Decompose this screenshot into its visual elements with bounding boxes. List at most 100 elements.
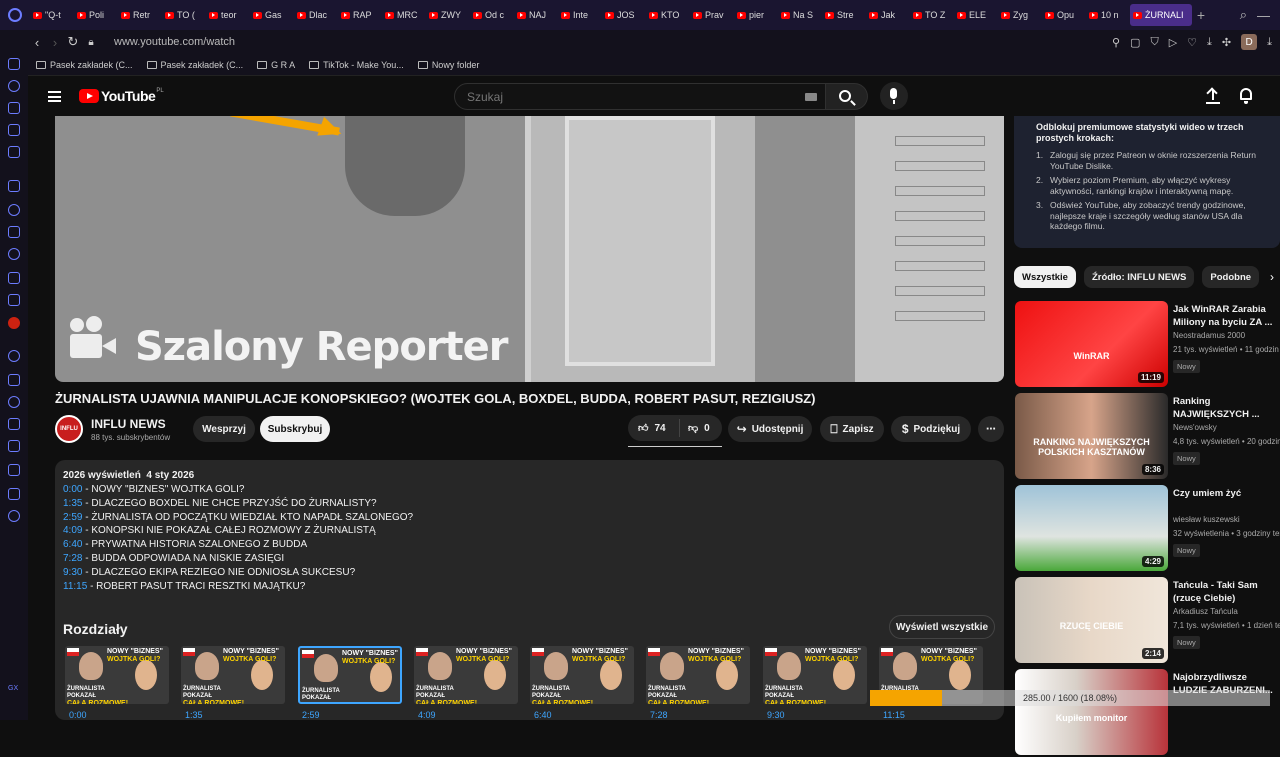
timestamp-link[interactable]: 2:59	[63, 512, 82, 523]
sidebar-telegram-icon[interactable]	[8, 226, 20, 238]
video-thumbnail[interactable]: Kupiłem monitor	[1015, 669, 1168, 755]
video-thumbnail[interactable]: RZUCĘ CIEBIE 2:14	[1015, 577, 1168, 663]
timestamp-link[interactable]: 0:00	[63, 484, 82, 495]
chapter-thumbnail[interactable]: NOWY "BIZNES"WOJTKA GOLI? ŻURNALISTA POKA…	[414, 646, 518, 704]
video-channel[interactable]: News'owsky	[1173, 423, 1217, 432]
upload-icon[interactable]	[1206, 88, 1220, 104]
video-channel[interactable]: Neostradamus 2000	[1173, 331, 1245, 340]
browser-tab[interactable]: Poli	[74, 4, 118, 26]
download-icon[interactable]: ⤓	[1207, 36, 1212, 49]
url-field[interactable]: www.youtube.com/watch	[114, 36, 235, 48]
sidebar-settings-icon[interactable]	[8, 510, 20, 522]
chapter-thumbnail[interactable]: NOWY "BIZNES"WOJTKA GOLI? ŻURNALISTA POKA…	[646, 646, 750, 704]
filter-chip[interactable]: Źródło: INFLU NEWS	[1083, 266, 1195, 288]
sidebar-wallet-icon[interactable]	[8, 124, 20, 136]
bookmark-item[interactable]: G R A	[257, 60, 295, 70]
sidebar-youtube-icon[interactable]	[8, 317, 20, 329]
back-icon[interactable]: ‹	[28, 35, 46, 50]
shield-icon[interactable]: ⛉	[1150, 36, 1158, 49]
bookmark-item[interactable]: Nowy folder	[417, 60, 479, 70]
chapter-time[interactable]: 6:40	[534, 710, 552, 720]
chapter-thumbnail[interactable]: NOWY "BIZNES"WOJTKA GOLI? ŻURNALISTA POKA…	[763, 646, 867, 704]
search-input[interactable]	[455, 84, 775, 109]
browser-tab[interactable]: NAJ	[514, 4, 558, 26]
sidebar-m-icon[interactable]	[8, 146, 20, 158]
video-title[interactable]: Jak WinRAR Zarabia Miliony na byciu ZA .…	[1173, 303, 1280, 329]
dislike-button[interactable]: 👎︎ 0	[680, 422, 710, 435]
video-title[interactable]: Tańcula - Taki Sam (rzucę Ciebie)	[1173, 579, 1280, 605]
sidebar-cube-icon[interactable]	[8, 440, 20, 452]
browser-tab[interactable]: Inte	[558, 4, 602, 26]
video-title[interactable]: Ranking NAJWIĘKSZYCH ...	[1173, 395, 1280, 421]
browser-tab[interactable]: Dlac	[294, 4, 338, 26]
browser-tab[interactable]: JOS	[602, 4, 646, 26]
browser-tab[interactable]: teor	[206, 4, 250, 26]
show-all-chapters-button[interactable]: Wyświetl wszystkie	[889, 615, 995, 639]
bookmark-item[interactable]: TikTok - Make You...	[309, 60, 404, 70]
sidebar-history-icon[interactable]	[8, 418, 20, 430]
more-actions-button[interactable]: ⋯	[978, 416, 1004, 442]
sidebar-messenger-icon[interactable]	[8, 204, 20, 216]
tab-search-icon[interactable]: ⌕	[1240, 7, 1247, 23]
minimize-icon[interactable]: —	[1257, 8, 1270, 23]
subscribe-button[interactable]: Subskrybuj	[260, 416, 330, 442]
browser-tab[interactable]: KTO	[646, 4, 690, 26]
sidebar-mail-icon[interactable]	[8, 58, 20, 70]
support-button[interactable]: Wesprzyj	[193, 416, 255, 442]
browser-tab[interactable]: "Q-t	[30, 4, 74, 26]
share-button[interactable]: ↪ Udostępnij	[728, 416, 812, 442]
sidebar-refresh-icon[interactable]	[8, 80, 20, 92]
video-player[interactable]: Szalony Reporter	[55, 116, 1004, 382]
browser-tab[interactable]: Stre	[822, 4, 866, 26]
timestamp-link[interactable]: 9:30	[63, 567, 82, 578]
heart-icon[interactable]: ♡	[1187, 36, 1197, 49]
recommended-video[interactable]: WinRAR 11:19 Jak WinRAR Zarabia Miliony na…	[1015, 301, 1280, 389]
like-button[interactable]: 👍︎ 74	[628, 419, 680, 437]
sidebar-heart-icon[interactable]	[8, 396, 20, 408]
timestamp-link[interactable]: 11:15	[63, 581, 87, 592]
voice-search-button[interactable]	[880, 82, 908, 110]
hamburger-menu-icon[interactable]	[48, 91, 61, 102]
browser-tab[interactable]: ELE	[954, 4, 998, 26]
sidebar-download-icon[interactable]	[8, 464, 20, 476]
video-thumbnail[interactable]: WinRAR 11:19	[1015, 301, 1168, 387]
menu-icon[interactable]: ⤓	[1267, 36, 1272, 49]
browser-tab[interactable]: ZWY	[426, 4, 470, 26]
browser-tab[interactable]: Na S	[778, 4, 822, 26]
timestamp-link[interactable]: 1:35	[63, 498, 82, 509]
sidebar-instagram-icon[interactable]	[8, 248, 20, 260]
video-channel[interactable]: wiesław kuszewski	[1173, 515, 1240, 524]
thanks-button[interactable]: $ Podziękuj	[891, 416, 971, 442]
channel-name[interactable]: INFLU NEWS	[91, 417, 166, 431]
filter-chip[interactable]: Wszystkie	[1014, 266, 1076, 288]
reload-icon[interactable]: ↻	[64, 34, 82, 50]
play-icon[interactable]: ▷	[1169, 36, 1177, 49]
extensions-icon[interactable]: ✣	[1222, 36, 1231, 49]
search-button[interactable]	[826, 83, 868, 110]
browser-tab[interactable]: TO (	[162, 4, 206, 26]
sidebar-x-icon[interactable]	[8, 272, 20, 284]
save-button[interactable]: ⎕ Zapisz	[820, 416, 884, 442]
recommended-video[interactable]: RANKING NAJWIĘKSZYCH POLSKICH KASZTANÓW 8…	[1015, 393, 1280, 481]
recommended-video[interactable]: Kupiłem monitorNajobrzydliwsze LUDZIE ZA…	[1015, 669, 1280, 757]
chapter-thumbnail[interactable]: NOWY "BIZNES"WOJTKA GOLI? ŻURNALISTA POKA…	[181, 646, 285, 704]
forward-icon[interactable]: ›	[46, 35, 64, 50]
browser-tab[interactable]: Od c	[470, 4, 514, 26]
sidebar-bag-icon[interactable]	[8, 102, 20, 114]
filter-chip[interactable]: Podobne	[1202, 266, 1260, 288]
timestamp-link[interactable]: 4:09	[63, 525, 82, 536]
chapter-time[interactable]: 0:00	[69, 710, 87, 720]
browser-tab[interactable]: Jak	[866, 4, 910, 26]
new-tab-icon[interactable]: +	[1192, 7, 1210, 23]
keyboard-icon[interactable]	[805, 93, 817, 101]
sidebar-music-icon[interactable]	[8, 350, 20, 362]
video-thumbnail[interactable]: RANKING NAJWIĘKSZYCH POLSKICH KASZTANÓW 8…	[1015, 393, 1168, 479]
video-channel[interactable]: Arkadiusz Tańcula	[1173, 607, 1238, 616]
timestamp-link[interactable]: 7:28	[63, 553, 82, 564]
bookmark-item[interactable]: Pasek zakładek (C...	[146, 60, 243, 70]
browser-tab[interactable]: Gas	[250, 4, 294, 26]
chips-next-icon[interactable]: ›	[1270, 270, 1274, 284]
video-thumbnail[interactable]: 4:29	[1015, 485, 1168, 571]
youtube-logo[interactable]: YouTube PL	[79, 88, 164, 104]
sidebar-box-icon[interactable]	[8, 488, 20, 500]
